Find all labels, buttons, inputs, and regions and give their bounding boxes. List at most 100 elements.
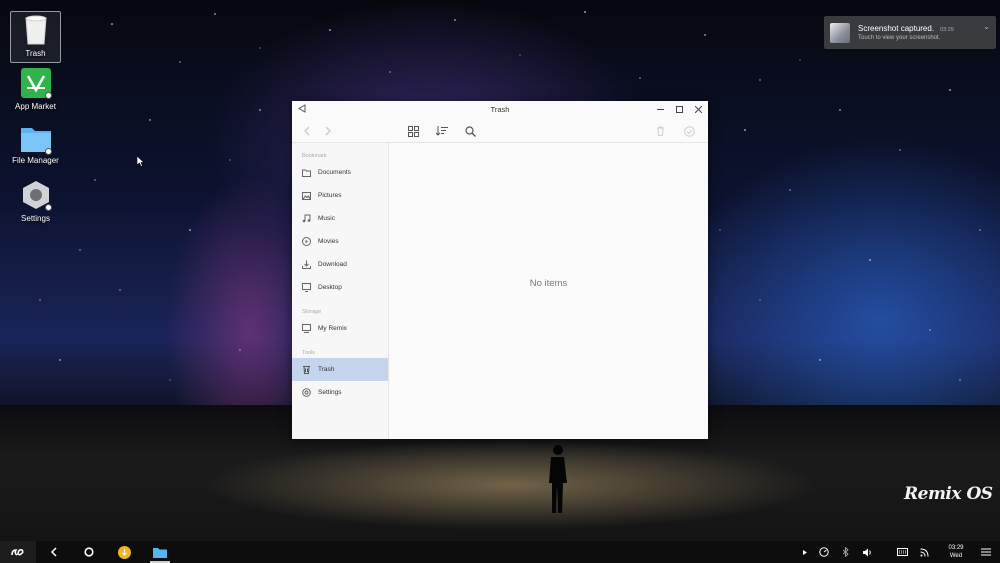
sidebar-section-bookmark: Bookmark	[302, 152, 327, 159]
wifi-icon	[919, 548, 928, 557]
desktop-icon-label: Trash	[25, 49, 46, 58]
taskbar-app-file-manager[interactable]	[142, 541, 178, 563]
sidebar-item-settings[interactable]: Settings	[292, 381, 388, 404]
sidebar-item-download[interactable]: Download	[292, 253, 388, 276]
window-title: Trash	[490, 105, 510, 114]
sidebar-item-my-remix[interactable]: My Remix	[292, 317, 388, 340]
shortcut-badge-icon	[45, 92, 52, 99]
notification-center-button[interactable]	[971, 541, 1000, 563]
sidebar-item-label: Documents	[318, 169, 351, 176]
empty-trash-button[interactable]	[653, 124, 667, 138]
trash-icon	[24, 15, 47, 45]
start-menu-button[interactable]	[0, 541, 36, 563]
search-button[interactable]	[463, 124, 477, 138]
screenshot-thumbnail	[830, 22, 850, 43]
empty-state-text: No items	[529, 277, 568, 289]
clock-day: Wed	[949, 553, 963, 559]
ground-glow	[200, 440, 820, 530]
window-toolbar	[292, 118, 708, 143]
desktop-icon-settings[interactable]: Settings	[10, 180, 61, 232]
volume-icon	[863, 548, 871, 556]
remix-logo-icon	[11, 549, 24, 556]
window-titlebar[interactable]: Trash	[292, 101, 708, 118]
sidebar-item-music[interactable]: Music	[292, 207, 388, 230]
sidebar-item-label: Trash	[318, 366, 335, 373]
sidebar-item-label: Movies	[318, 238, 339, 245]
computer-icon	[302, 324, 311, 333]
sidebar-item-label: Download	[318, 261, 347, 268]
play-circle-icon	[302, 237, 311, 246]
notification-title: Screenshot captured.	[858, 24, 935, 33]
sidebar-item-pictures[interactable]: Pictures	[292, 184, 388, 207]
home-button[interactable]	[71, 541, 107, 563]
shortcut-badge-icon	[45, 148, 52, 155]
close-icon	[695, 105, 702, 113]
file-list-area[interactable]: No items	[389, 143, 708, 439]
check-circle-icon	[683, 125, 695, 137]
download-app-icon	[117, 545, 131, 559]
sidebar-item-trash[interactable]: Trash	[292, 358, 388, 381]
chevron-left-icon	[304, 126, 310, 136]
folder-icon	[153, 547, 167, 558]
maximize-button[interactable]	[674, 103, 685, 115]
close-button[interactable]	[693, 103, 704, 115]
bluetooth-icon	[843, 547, 849, 557]
sidebar-section-storage: Storage	[302, 308, 322, 315]
volume-button[interactable]	[850, 541, 886, 563]
desktop-icon-file-manager[interactable]: File Manager	[10, 124, 61, 176]
gear-icon	[302, 388, 311, 397]
minimize-button[interactable]	[655, 103, 666, 115]
sidebar-item-label: Pictures	[318, 192, 342, 199]
grid-view-button[interactable]	[406, 124, 420, 138]
grid-view-icon	[407, 125, 419, 137]
menu-lines-icon	[980, 548, 991, 556]
screenshot-notification[interactable]: Screenshot captured. 03:29 Touch to view…	[824, 16, 996, 49]
sidebar-item-documents[interactable]: Documents	[292, 161, 388, 184]
minimize-icon	[657, 108, 664, 110]
delete-icon	[656, 126, 664, 136]
taskbar: 03:29 Wed	[0, 541, 1000, 563]
taskbar-clock[interactable]: 03:29 Wed	[938, 544, 974, 560]
select-button[interactable]	[682, 124, 696, 138]
download-icon	[302, 260, 311, 269]
sidebar-section-tools: Tools	[302, 349, 315, 356]
back-button[interactable]	[36, 541, 72, 563]
notification-text: Touch to view your screenshot.	[858, 35, 941, 41]
search-icon	[464, 125, 476, 137]
chevron-right-icon	[325, 126, 331, 136]
nav-back-button[interactable]	[300, 124, 314, 138]
sort-icon	[436, 126, 448, 136]
sidebar: Bookmark Documents Pictures Music Movies…	[292, 143, 389, 439]
clock-time: 03:29	[948, 545, 964, 551]
sidebar-item-movies[interactable]: Movies	[292, 230, 388, 253]
sidebar-item-label: Settings	[318, 389, 342, 396]
desktop-icon-label: File Manager	[12, 156, 59, 165]
maximize-icon	[676, 105, 683, 113]
sidebar-item-label: Music	[318, 215, 335, 222]
sort-button[interactable]	[435, 124, 449, 138]
mouse-cursor-icon	[137, 156, 145, 167]
back-arrow-icon	[50, 547, 57, 557]
home-circle-icon	[84, 547, 94, 557]
remix-os-logo: Remix OS	[904, 484, 993, 504]
taskbar-app-download[interactable]	[106, 541, 142, 563]
person-silhouette	[549, 445, 567, 513]
sidebar-item-label: Desktop	[318, 284, 342, 291]
desktop-icon-trash[interactable]: Trash	[10, 11, 61, 63]
sidebar-item-desktop[interactable]: Desktop	[292, 276, 388, 299]
music-note-icon	[302, 214, 311, 223]
file-manager-window: Trash Bookmark Documents Pictures Music …	[292, 101, 708, 439]
nav-forward-button[interactable]	[321, 124, 335, 138]
sidebar-item-label: My Remix	[318, 325, 347, 332]
desktop-icon-app-market[interactable]: App Market	[10, 68, 61, 120]
shortcut-badge-icon	[45, 204, 52, 211]
desktop-icon-label: Settings	[21, 214, 50, 223]
chevron-down-icon[interactable]: ⌄	[983, 22, 990, 31]
folder-outline-icon	[302, 168, 311, 177]
trash-outline-icon	[302, 365, 311, 374]
image-icon	[302, 191, 311, 200]
wifi-button[interactable]	[906, 541, 942, 563]
notification-time: 03:29	[940, 27, 954, 33]
monitor-icon	[302, 283, 311, 292]
desktop-icon-label: App Market	[15, 102, 56, 111]
